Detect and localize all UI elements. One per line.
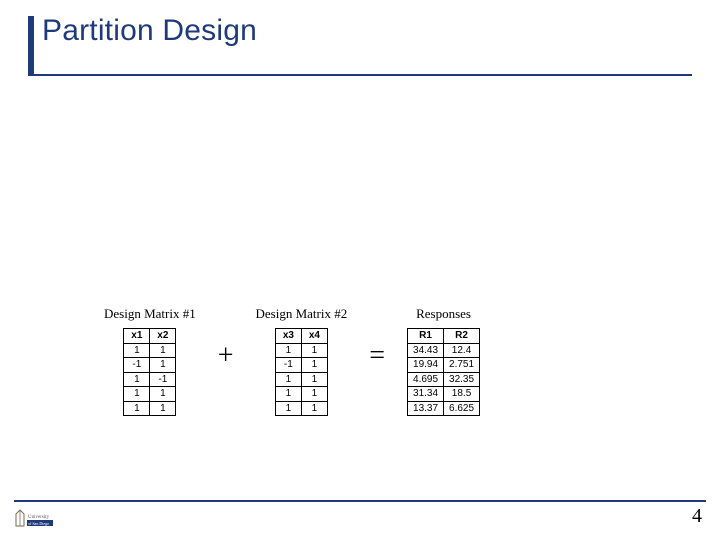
cell: 1 [124,387,150,402]
table-row: -11 [275,358,327,373]
responses-block: Responses R1 R2 34.4312.4 19.942.751 4.6… [407,306,480,416]
cell: 1 [301,387,327,402]
cell: 1 [275,343,301,358]
bottom-divider [14,500,706,502]
cell: 1 [150,343,176,358]
table-row: 11 [124,343,176,358]
design-matrix-2-block: Design Matrix #2 x3 x4 11 -11 11 11 11 [256,306,348,416]
table-row: 11 [275,387,327,402]
table-row: 11 [124,387,176,402]
table-row: 11 [275,372,327,387]
col-header: R2 [444,329,480,344]
cell: 1 [301,401,327,416]
cell: 13.37 [408,401,444,416]
design-matrix-2-caption: Design Matrix #2 [256,306,348,322]
table-row: 11 [275,401,327,416]
cell: 34.43 [408,343,444,358]
table-row: 11 [275,343,327,358]
col-header: x2 [150,329,176,344]
cell: 19.94 [408,358,444,373]
cell: 1 [301,372,327,387]
cell: 1 [124,372,150,387]
col-header: x1 [124,329,150,344]
table-row: 11 [124,401,176,416]
svg-text:of San Diego: of San Diego [28,521,49,526]
cell: 1 [275,387,301,402]
design-matrix-2-table: x3 x4 11 -11 11 11 11 [275,328,328,416]
cell: 1 [150,358,176,373]
cell: 1 [301,343,327,358]
page-number: 4 [692,505,702,528]
table-row: 34.4312.4 [408,343,480,358]
content-row: Design Matrix #1 x1 x2 11 -11 1-1 11 11 … [104,306,480,416]
svg-text:University: University [28,515,50,520]
table-row: 4.69532.35 [408,372,480,387]
responses-caption: Responses [416,306,471,322]
design-matrix-1-block: Design Matrix #1 x1 x2 11 -11 1-1 11 11 [104,306,196,416]
equals-operator: = [369,306,385,372]
plus-operator: + [218,306,234,372]
cell: 1 [124,343,150,358]
cell: 1 [150,387,176,402]
university-logo: University of San Diego [10,506,56,534]
table-row: x3 x4 [275,329,327,344]
cell: 1 [275,372,301,387]
cell: 31.34 [408,387,444,402]
design-matrix-1-caption: Design Matrix #1 [104,306,196,322]
design-matrix-1-table: x1 x2 11 -11 1-1 11 11 [123,328,176,416]
cell: -1 [124,358,150,373]
cell: 2.751 [444,358,480,373]
cell: 32.35 [444,372,480,387]
col-header: x4 [301,329,327,344]
cell: -1 [275,358,301,373]
cell: 1 [124,401,150,416]
responses-table: R1 R2 34.4312.4 19.942.751 4.69532.35 31… [407,328,480,416]
cell: 1 [275,401,301,416]
col-header: R1 [408,329,444,344]
table-row: R1 R2 [408,329,480,344]
title-accent-bar [28,16,34,74]
table-row: 13.376.625 [408,401,480,416]
cell: 1 [301,358,327,373]
cell: 4.695 [408,372,444,387]
table-row: 31.3418.5 [408,387,480,402]
cell: 12.4 [444,343,480,358]
slide-frame: Partition Design Design Matrix #1 x1 x2 … [14,8,706,500]
col-header: x3 [275,329,301,344]
table-row: 1-1 [124,372,176,387]
cell: 1 [150,401,176,416]
cell: -1 [150,372,176,387]
cell: 18.5 [444,387,480,402]
table-row: 19.942.751 [408,358,480,373]
table-row: -11 [124,358,176,373]
top-divider [28,74,692,76]
slide-title: Partition Design [42,14,257,48]
cell: 6.625 [444,401,480,416]
table-row: x1 x2 [124,329,176,344]
